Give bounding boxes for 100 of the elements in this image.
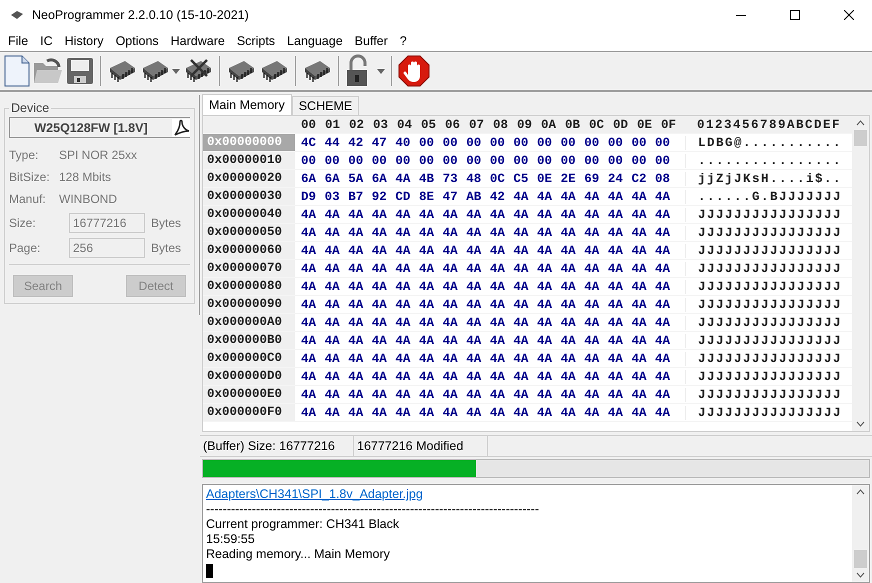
input-field[interactable]: 16777216 <box>69 212 145 232</box>
ascii-text: JJJJJJJJJJJJJJJJ <box>685 208 842 222</box>
column-header: 0A <box>541 118 558 132</box>
status-text: 16777216 Modified <box>354 436 488 456</box>
window-title: NeoProgrammer 2.2.0.10 (15-10-2021) <box>32 8 250 22</box>
ascii-text: JJJJJJJJJJJJJJJJ <box>685 334 842 348</box>
column-header: 04 <box>397 118 414 132</box>
info-label: BitSize: <box>9 170 51 184</box>
column-header: 0123456789ABCDEF <box>696 118 842 132</box>
address-cell[interactable]: 0x000000C0 <box>203 350 295 367</box>
ascii-text: JJJJJJJJJJJJJJJJ <box>685 280 842 294</box>
unit-label: Bytes <box>151 240 182 254</box>
menu-item[interactable]: IC <box>34 34 59 48</box>
hex-bytes: 4A 4A 4A 4A 4A 4A 4A 4A 4A 4A 4A 4A 4A 4A 4A 4A <box>300 208 672 222</box>
input-field[interactable]: 256 <box>69 238 145 258</box>
ascii-text: jjZjJKsH....i$.. <box>685 172 842 186</box>
address-cell[interactable]: 0x00000030 <box>203 188 295 205</box>
info-value: SPI NOR 25xx <box>59 148 138 162</box>
hex-bytes: 4A 4A 4A 4A 4A 4A 4A 4A 4A 4A 4A 4A 4A 4A 4A 4A <box>300 262 672 276</box>
column-header: 06 <box>445 118 462 132</box>
hex-bytes: 4A 4A 4A 4A 4A 4A 4A 4A 4A 4A 4A 4A 4A 4A 4A 4A <box>300 280 672 294</box>
field-label: Page: <box>9 240 42 254</box>
hex-bytes: 6A 6A 5A 6A 4A 4B 73 48 0C C5 0E 2E 69 24 C2 08 <box>300 172 672 186</box>
address-cell[interactable]: 0x00000040 <box>203 206 295 223</box>
scrollbar[interactable] <box>852 485 869 582</box>
chip-icon <box>259 58 289 84</box>
menu-item[interactable]: Language <box>281 34 349 48</box>
ascii-text: JJJJJJJJJJJJJJJJ <box>685 406 842 420</box>
stop-hand-icon <box>398 55 430 87</box>
group-title: Device <box>10 101 50 115</box>
tab[interactable]: SCHEME <box>292 96 360 115</box>
file-link[interactable]: Adapters\CH341\SPI_1.8v_Adapter.jpg <box>206 487 423 501</box>
minimize-icon[interactable] <box>736 14 746 16</box>
hex-bytes: 4A 4A 4A 4A 4A 4A 4A 4A 4A 4A 4A 4A 4A 4A 4A 4A <box>300 370 672 384</box>
text-cursor <box>206 564 213 578</box>
column-header: 02 <box>349 118 366 132</box>
info-label: Type: <box>9 148 40 162</box>
ascii-text: JJJJJJJJJJJJJJJJ <box>685 316 842 330</box>
hex-bytes: 4A 4A 4A 4A 4A 4A 4A 4A 4A 4A 4A 4A 4A 4A 4A 4A <box>300 334 672 348</box>
address-cell[interactable]: 0x000000F0 <box>203 404 295 421</box>
ascii-text: JJJJJJJJJJJJJJJJ <box>685 352 842 366</box>
maximize-icon[interactable] <box>790 10 800 20</box>
address-cell[interactable]: 0x000000A0 <box>203 314 295 331</box>
info-value: WINBOND <box>59 192 117 206</box>
chip-icon <box>140 58 170 84</box>
menu-item[interactable]: History <box>58 34 110 48</box>
menu-item[interactable]: ? <box>394 34 413 48</box>
address-cell[interactable]: 0x00000060 <box>203 242 295 259</box>
log-line: Current programmer: CH341 Black <box>206 517 400 532</box>
address-cell[interactable]: 0x000000B0 <box>203 332 295 349</box>
folder-icon <box>33 57 63 85</box>
column-header: 0C <box>589 118 606 132</box>
address-cell[interactable]: 0x000000D0 <box>203 368 295 385</box>
column-header: 0D <box>613 118 630 132</box>
column-header: 08 <box>493 118 510 132</box>
info-label: Manuf: <box>9 192 47 206</box>
address-cell[interactable]: 0x00000050 <box>203 224 295 241</box>
pdf-icon[interactable] <box>172 118 190 136</box>
ascii-text: JJJJJJJJJJJJJJJJ <box>685 244 842 258</box>
log-line: 15:59:55 <box>206 532 256 547</box>
save-icon <box>66 57 94 85</box>
ascii-text: JJJJJJJJJJJJJJJJ <box>685 298 842 312</box>
column-header: 0F <box>661 118 678 132</box>
ascii-text: JJJJJJJJJJJJJJJJ <box>685 226 842 240</box>
menu-item[interactable]: Scripts <box>230 34 282 48</box>
close-icon[interactable] <box>844 10 854 20</box>
toolbar-button[interactable] <box>345 53 385 89</box>
column-header: 09 <box>517 118 534 132</box>
ascii-text: JJJJJJJJJJJJJJJJ <box>685 262 842 276</box>
toolbar-button[interactable] <box>398 53 430 89</box>
hex-bytes: 4A 4A 4A 4A 4A 4A 4A 4A 4A 4A 4A 4A 4A 4A 4A 4A <box>300 352 672 366</box>
address-cell[interactable]: 0x00000010 <box>203 152 295 169</box>
ascii-text: LDBG@........... <box>685 136 842 150</box>
toolbar-button[interactable] <box>4 53 30 89</box>
address-cell[interactable]: 0x00000090 <box>203 296 295 313</box>
address-cell[interactable]: 0x00000070 <box>203 260 295 277</box>
ascii-text: JJJJJJJJJJJJJJJJ <box>685 388 842 402</box>
app-chip-icon <box>10 10 24 20</box>
address-cell[interactable]: 0x00000020 <box>203 170 295 187</box>
hex-bytes: D9 03 B7 92 CD 8E 47 AB 42 4A 4A 4A 4A 4A 4A 4A <box>300 190 672 204</box>
ascii-text: JJJJJJJJJJJJJJJJ <box>685 370 842 384</box>
menu-item[interactable]: File <box>2 34 34 48</box>
log-line: -------------------------------------------------------------------------------- <box>206 502 540 517</box>
chip-icon <box>226 58 256 84</box>
menu-item[interactable]: Hardware <box>164 34 231 48</box>
scroll-thumb[interactable] <box>854 550 867 568</box>
address-cell[interactable]: 0x00000080 <box>203 278 295 295</box>
menu-item[interactable]: Options <box>110 34 165 48</box>
chip-icon <box>302 58 332 84</box>
address-cell[interactable]: 0x000000E0 <box>203 386 295 403</box>
scrollbar[interactable] <box>852 116 869 431</box>
menu-item[interactable]: Buffer <box>348 34 394 48</box>
log-line: Reading memory... Main Memory <box>206 547 391 562</box>
info-value: 128 Mbits <box>59 170 112 184</box>
tab[interactable]: Main Memory <box>202 94 292 115</box>
chip-cross-icon <box>183 58 213 84</box>
status-text: (Buffer) Size: 16777216 <box>200 436 354 456</box>
ascii-text: ................ <box>685 154 842 168</box>
hex-bytes: 4A 4A 4A 4A 4A 4A 4A 4A 4A 4A 4A 4A 4A 4A 4A 4A <box>300 226 672 240</box>
scroll-thumb[interactable] <box>854 130 867 146</box>
